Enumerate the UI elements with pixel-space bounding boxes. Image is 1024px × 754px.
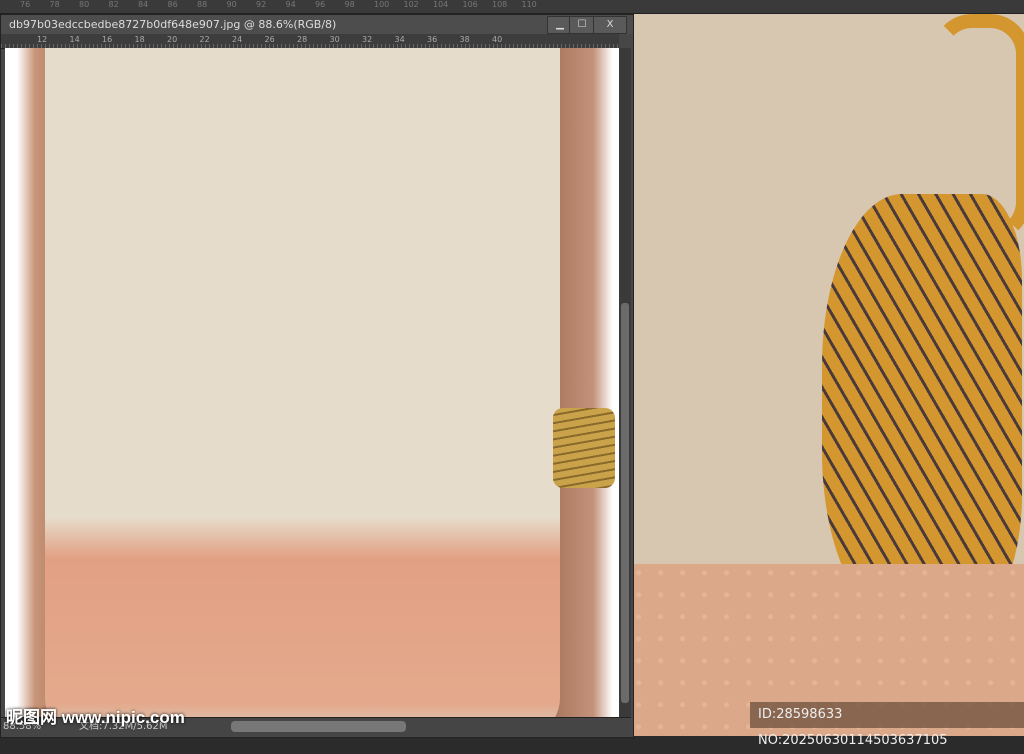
ruler-label: 14 [69, 35, 80, 44]
ruler-label: 16 [102, 35, 113, 44]
image-canvas[interactable] [5, 48, 619, 717]
ruler-label: 20 [167, 35, 178, 44]
ruler-label: 108 [492, 0, 508, 9]
site-watermark: 昵图网 www.nipic.com [6, 708, 185, 727]
horizontal-ruler: 12 14 16 18 20 22 24 26 28 30 32 34 36 38 40 [1, 34, 619, 49]
top-ruler: 76 78 80 82 84 86 88 90 92 94 96 98 100 102 104 106 108 1… [0, 0, 1024, 14]
ruler-label: 40 [492, 35, 503, 44]
arm-right [555, 48, 619, 717]
image-id-label: ID:28598633 NO:20250630114503637105 [750, 702, 1024, 748]
ruler-label: 82 [108, 0, 119, 9]
ruler-label: 98 [344, 0, 355, 9]
ruler-label: 100 [374, 0, 390, 9]
ruler-label: 102 [403, 0, 419, 9]
ruler-label: 12 [37, 35, 48, 44]
ruler-label: 88 [197, 0, 208, 9]
document-title: db97b03edccbedbe8727b0df648e907.jpg @ 88… [9, 18, 337, 31]
ruler-label: 104 [433, 0, 449, 9]
ruler-label: 26 [264, 35, 275, 44]
ruler-label: 86 [167, 0, 178, 9]
plant-illustration [672, 394, 762, 524]
tiger-illustration [822, 194, 1022, 624]
ruler-label: 36 [427, 35, 438, 44]
ruler-label: 92 [256, 0, 267, 9]
tiger-artwork-preview [632, 14, 1024, 736]
ruler-label: 34 [394, 35, 405, 44]
ruler-label: 94 [285, 0, 296, 9]
skirt-photo [45, 48, 560, 717]
ruler-label: 96 [315, 0, 326, 9]
ruler-label: 110 [521, 0, 537, 9]
ruler-label: 30 [329, 35, 340, 44]
scroll-thumb[interactable] [621, 303, 629, 703]
ruler-label: 84 [138, 0, 149, 9]
ruler-label: 78 [49, 0, 60, 9]
ruler-label: 24 [232, 35, 243, 44]
document-title-bar[interactable]: db97b03edccbedbe8727b0df648e907.jpg @ 88… [1, 15, 633, 34]
ruler-label: 28 [297, 35, 308, 44]
vertical-scrollbar[interactable] [619, 48, 631, 717]
ruler-label: 22 [199, 35, 210, 44]
document-window: db97b03edccbedbe8727b0df648e907.jpg @ 88… [0, 14, 634, 738]
ruler-label: 90 [226, 0, 237, 9]
ruler-label: 32 [362, 35, 373, 44]
gold-bangles [553, 408, 615, 488]
horizontal-scroll-thumb[interactable] [231, 721, 406, 732]
close-button[interactable]: X [593, 16, 627, 34]
ruler-label: 106 [462, 0, 478, 9]
ruler-label: 80 [79, 0, 90, 9]
ruler-label: 76 [20, 0, 31, 9]
ruler-label: 38 [459, 35, 470, 44]
maximize-button[interactable]: ☐ [569, 16, 595, 34]
ruler-label: 18 [134, 35, 145, 44]
